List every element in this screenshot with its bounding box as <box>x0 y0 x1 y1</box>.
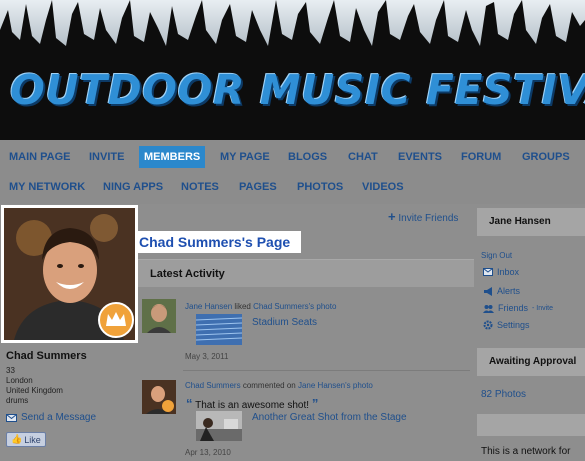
site-banner: OUTDOOR MUSIC FESTIVALS <box>0 0 585 140</box>
close-quote-icon: ” <box>311 396 319 411</box>
network-description: This is a network for <box>481 446 571 457</box>
activity-divider <box>183 370 470 371</box>
sidebar-section-header <box>477 414 585 436</box>
activity-avatar-chad[interactable] <box>142 380 176 414</box>
nav-chat[interactable]: CHAT <box>343 146 383 168</box>
envelope-icon <box>6 413 17 422</box>
activity-2-verb: commented on <box>242 381 296 390</box>
activity-2-comment: “ That is an awesome shot! ” <box>186 396 318 411</box>
nav-events[interactable]: EVENTS <box>393 146 447 168</box>
nav-members[interactable]: MEMBERS <box>139 146 206 168</box>
alerts-link[interactable]: Alerts <box>483 286 520 296</box>
great-shot-thumbnail[interactable] <box>196 411 242 441</box>
invite-sub-link[interactable]: - Invite <box>532 305 553 312</box>
megaphone-icon <box>484 286 492 296</box>
user-box-header: Jane Hansen <box>477 208 585 236</box>
invite-friends-link[interactable]: + Invite Friends <box>388 209 458 224</box>
nav-forum[interactable]: FORUM <box>456 146 506 168</box>
activity-2-date: Apr 13, 2010 <box>185 448 231 457</box>
plus-icon: + <box>388 209 396 224</box>
activity-avatar-jane[interactable] <box>142 299 176 333</box>
nav-row-secondary: MY NETWORK NING APPS NOTES PAGES PHOTOS … <box>0 172 585 202</box>
send-message-label: Send a Message <box>21 412 97 423</box>
inbox-link[interactable]: Inbox <box>483 267 519 277</box>
settings-label: Settings <box>497 320 530 330</box>
nav-pages[interactable]: PAGES <box>234 176 282 198</box>
like-button[interactable]: 👍 Like <box>6 432 46 447</box>
activity-2-item-link[interactable]: Another Great Shot from the Stage <box>252 412 407 423</box>
nav-row-primary: MAIN PAGE INVITE MEMBERS MY PAGE BLOGS C… <box>0 142 585 172</box>
nav-ning-apps[interactable]: NING APPS <box>98 176 168 198</box>
awaiting-approval-header: Awaiting Approval <box>477 348 585 376</box>
activity-1-item-link[interactable]: Stadium Seats <box>252 317 317 328</box>
main-navigation: MAIN PAGE INVITE MEMBERS MY PAGE BLOGS C… <box>0 140 585 204</box>
alerts-label: Alerts <box>497 286 521 296</box>
site-title: OUTDOOR MUSIC FESTIVALS <box>10 66 585 114</box>
photos-count-link[interactable]: 82 Photos <box>481 389 526 400</box>
profile-interest: drums <box>6 396 29 405</box>
nav-videos[interactable]: VIDEOS <box>357 176 409 198</box>
nav-photos[interactable]: PHOTOS <box>292 176 348 198</box>
nav-invite[interactable]: INVITE <box>84 146 129 168</box>
thumbs-up-icon: 👍 <box>11 434 23 444</box>
send-message-link[interactable]: Send a Message <box>6 412 96 423</box>
friends-link[interactable]: Friends - Invite <box>483 303 553 313</box>
latest-activity-header: Latest Activity <box>138 259 474 287</box>
profile-age: 33 <box>6 366 15 375</box>
sign-out-link[interactable]: Sign Out <box>481 251 512 260</box>
friends-label: Friends <box>498 303 529 313</box>
stadium-seats-thumbnail[interactable] <box>196 314 242 345</box>
gear-icon <box>483 320 493 330</box>
settings-link[interactable]: Settings <box>483 320 530 330</box>
invite-friends-label: Invite Friends <box>398 213 459 224</box>
nav-blogs[interactable]: BLOGS <box>283 146 332 168</box>
nav-main-page[interactable]: MAIN PAGE <box>4 146 76 168</box>
profile-photo[interactable] <box>1 205 138 343</box>
activity-1-text: Jane Hansen liked Chad Summers's photo <box>185 302 336 311</box>
activity-1-actor[interactable]: Jane Hansen <box>185 302 232 311</box>
nav-my-page[interactable]: MY PAGE <box>215 146 275 168</box>
page-title: Chad Summers's Page <box>136 231 301 253</box>
profile-name: Chad Summers <box>6 350 87 362</box>
open-quote-icon: “ <box>186 396 193 411</box>
activity-1-date: May 3, 2011 <box>185 352 229 361</box>
activity-2-target[interactable]: Jane Hansen's photo <box>298 381 373 390</box>
nav-my-network[interactable]: MY NETWORK <box>4 176 90 198</box>
activity-1-verb: liked <box>234 302 251 311</box>
nav-notes[interactable]: NOTES <box>176 176 224 198</box>
activity-1-target[interactable]: Chad Summers's photo <box>253 302 336 311</box>
envelope-icon <box>483 268 493 276</box>
activity-2-text: Chad Summers commented on Jane Hansen's … <box>185 381 373 390</box>
profile-portrait-image <box>4 208 135 340</box>
nav-groups[interactable]: GROUPS <box>517 146 575 168</box>
inbox-label: Inbox <box>497 267 520 277</box>
like-label: Like <box>24 434 41 445</box>
profile-city: London <box>6 376 33 385</box>
activity-2-comment-text: That is an awesome shot! <box>195 400 310 411</box>
profile-country: United Kingdom <box>6 386 63 395</box>
friends-icon <box>483 304 494 313</box>
activity-2-actor[interactable]: Chad Summers <box>185 381 241 390</box>
